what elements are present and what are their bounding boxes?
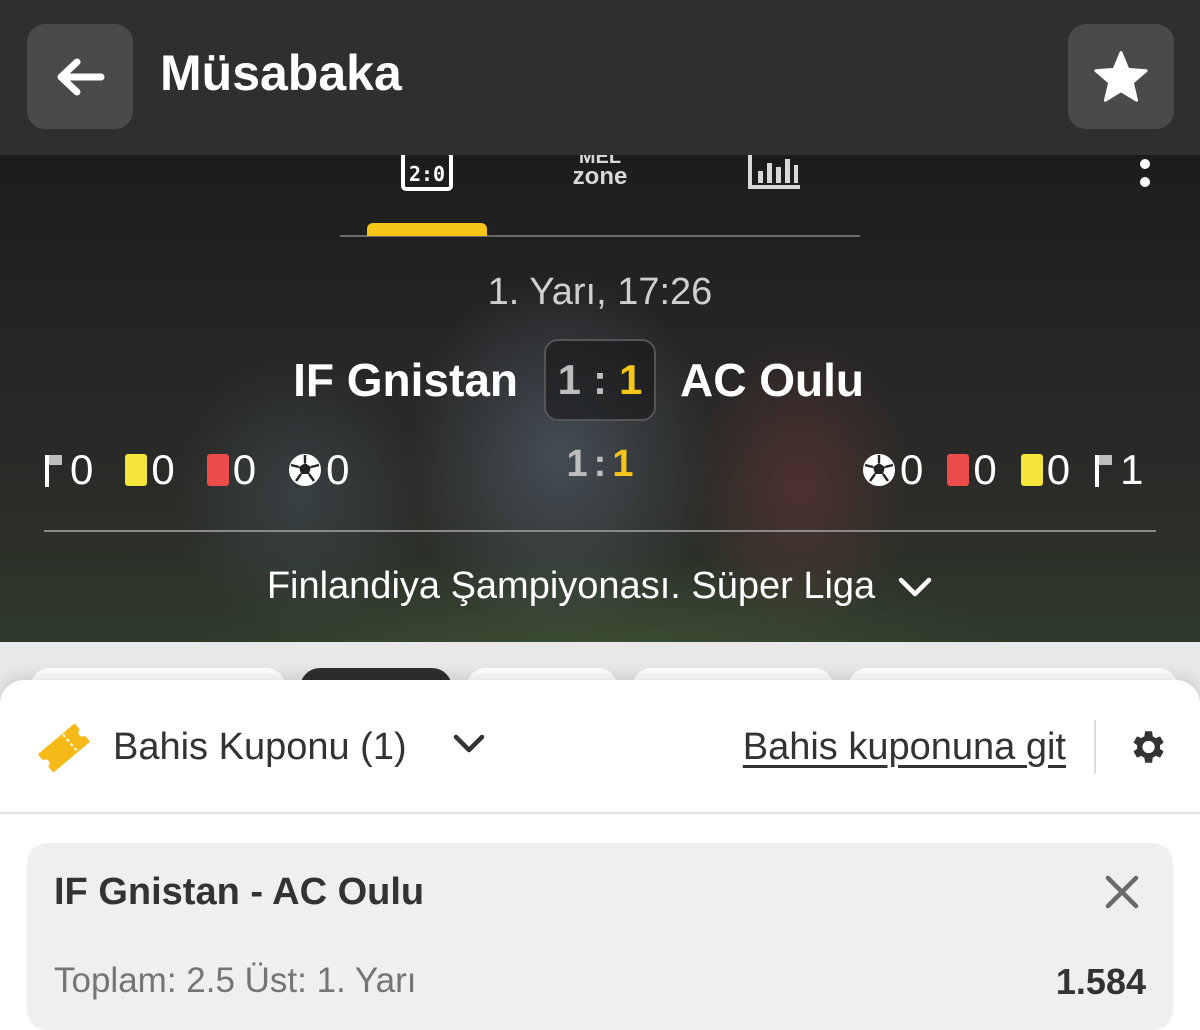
away-corners-value: 1 [1120,446,1144,493]
bet-slip-sheet: Bahis Kuponu (1) Bahis kuponuna git IF G… [0,680,1200,1030]
bet-slip-label[interactable]: Bahis Kuponu (1) [113,726,407,769]
half-time-score: 1:1 [560,443,640,486]
home-goals-value: 0 [326,446,350,493]
bet-market: Toplam: 2.5 Üst: 1. Yarı [54,961,417,1000]
scoreboard-icon: 2:0 [401,155,453,191]
tab-mel-zone[interactable]: MEL zone [540,155,660,235]
red-card-icon [947,454,970,486]
svg-text:2:0: 2:0 [409,162,445,186]
half-score-separator: : [593,443,607,485]
bet-odds: 1.584 [1055,961,1146,1002]
bet-slip-header: Bahis Kuponu (1) Bahis kuponuna git [0,680,1200,814]
mel-zone-logo: MEL zone [573,155,628,189]
soccer-ball-icon [863,454,895,486]
active-tab-indicator [367,223,487,236]
home-goals: 0 [288,446,349,494]
home-stats: 0 0 0 0 [44,445,349,495]
soccer-ball-icon [289,454,322,486]
more-dot [1140,159,1150,169]
match-panel: 2:0 MEL zone 1. Yarı, 17:26 IF Gnistan [0,155,1200,642]
corner-flag-icon [45,455,62,487]
match-period: 1. Yarı, 17:26 [487,271,713,313]
away-yellow-cards: 0 [1020,446,1071,494]
home-yellow-cards: 0 [125,446,175,494]
star-icon [1094,50,1148,102]
app-header: Müsabaka [0,0,1200,155]
tab-statistics[interactable] [714,155,834,235]
header-separator [1094,720,1096,774]
home-score: 1 [557,356,581,403]
ticket-icon [37,723,91,773]
home-yellow-cards-value: 0 [151,446,175,493]
home-corners: 0 [44,446,93,494]
bar-chart-icon [748,155,800,189]
match-tabs: 2:0 MEL zone [340,155,860,237]
away-stats: 0 0 0 1 [862,445,1143,495]
arrow-left-icon [57,58,105,95]
back-button[interactable] [27,24,133,129]
away-red-cards: 0 [947,446,997,494]
away-goals: 0 [862,446,923,494]
home-team-name: IF Gnistan [293,354,518,406]
half-home-score: 1 [566,443,588,485]
home-corners-value: 0 [70,446,94,493]
bet-item-card: IF Gnistan - AC Oulu Toplam: 2.5 Üst: 1.… [27,843,1173,1030]
page-title: Müsabaka [160,45,402,101]
away-goals-value: 0 [900,446,924,493]
match-divider [44,530,1156,532]
more-options-button[interactable] [1130,155,1160,191]
yellow-card-icon [125,454,148,486]
chevron-down-icon [897,575,933,599]
more-dot [1140,177,1150,187]
bet-match-name: IF Gnistan - AC Oulu [54,871,425,913]
go-to-bet-slip-link[interactable]: Bahis kuponuna git [743,726,1066,769]
score-separator: : [593,356,607,403]
home-red-cards-value: 0 [232,446,257,493]
away-score: 1 [619,356,643,403]
league-name: Finlandiya Şampiyonası. Süper Liga [266,565,876,607]
away-red-cards-value: 0 [973,446,997,493]
away-corners: 1 [1094,446,1143,494]
chevron-down-icon[interactable] [452,732,486,756]
corner-flag-icon [1095,455,1113,487]
mel-zone-bottom: zone [572,163,628,190]
favorite-button[interactable] [1068,24,1174,129]
home-red-cards: 0 [206,446,257,494]
away-yellow-cards-value: 0 [1046,446,1071,493]
red-card-icon [206,454,229,486]
close-icon[interactable] [1105,875,1139,909]
half-away-score: 1 [612,443,634,485]
gear-icon[interactable] [1126,726,1168,768]
league-selector[interactable]: Finlandiya Şampiyonası. Süper Liga [0,565,1200,608]
away-team-name: AC Oulu [680,354,864,406]
yellow-card-icon [1020,454,1043,486]
score-box: 1 : 1 [544,339,656,421]
